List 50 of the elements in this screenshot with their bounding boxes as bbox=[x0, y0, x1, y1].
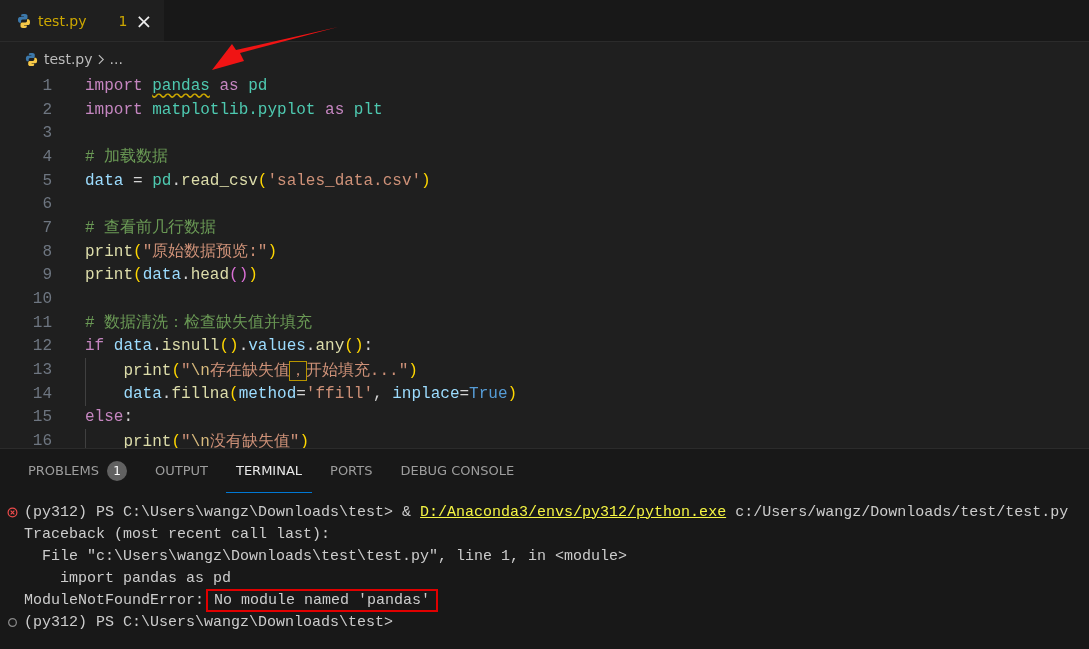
line-number: 4 bbox=[41, 147, 52, 166]
panel-tab[interactable]: OUTPUT bbox=[144, 449, 218, 493]
breadcrumb-item[interactable]: ... bbox=[109, 51, 123, 67]
line-number: 5 bbox=[41, 171, 52, 190]
terminal-text: ModuleNotFoundError: bbox=[24, 591, 205, 609]
code-line: # 查看前几行数据 bbox=[85, 218, 217, 239]
code-line: data = pd.read_csv('sales_data.csv') bbox=[85, 171, 431, 190]
line-number: 6 bbox=[41, 195, 52, 214]
line-number: 10 bbox=[31, 290, 52, 309]
line-number: 2 bbox=[41, 100, 52, 119]
code-line: import pandas as pd bbox=[85, 76, 268, 95]
terminal-text: (py312) PS C:\Users\wangz\Downloads\test> bbox=[24, 613, 394, 631]
terminal-text: import pandas as pd bbox=[59, 569, 232, 587]
editor-tab[interactable]: test.py 1 × bbox=[0, 0, 165, 41]
panel-tab[interactable]: PORTS bbox=[320, 449, 383, 493]
code-line: data.fillna(method='ffill', inplace=True) bbox=[123, 384, 518, 403]
code-line: print("原始数据预览:") bbox=[85, 242, 278, 263]
line-number: 15 bbox=[31, 408, 52, 427]
terminal-text: Traceback (most recent call last): bbox=[24, 525, 331, 543]
python-file-icon bbox=[16, 12, 32, 29]
terminal-text: (py312) PS C:\Users\wangz\Downloads\test> & bbox=[24, 503, 413, 521]
line-number: 3 bbox=[41, 124, 52, 143]
code-line: else: bbox=[85, 408, 133, 427]
code-line: print(data.head()) bbox=[85, 266, 258, 285]
close-button[interactable]: × bbox=[133, 10, 155, 31]
line-number: 16 bbox=[31, 432, 52, 448]
line-number: 9 bbox=[41, 266, 52, 285]
line-number: 14 bbox=[31, 384, 52, 403]
line-number: 11 bbox=[31, 313, 52, 332]
python-file-icon bbox=[24, 51, 39, 67]
breadcrumb-item[interactable]: test.py bbox=[44, 51, 93, 67]
path-link[interactable]: D:/Anaconda3/envs/py312/python.exe bbox=[420, 503, 727, 521]
panel-tab[interactable]: PROBLEMS 1 bbox=[18, 449, 137, 493]
error-message: No module named 'pandas' bbox=[208, 590, 437, 610]
line-number: 12 bbox=[31, 337, 52, 356]
line-number: 8 bbox=[41, 242, 52, 261]
code-line: # 加载数据 bbox=[85, 147, 169, 168]
code-line: # 数据清洗：检查缺失值并填充 bbox=[85, 312, 313, 334]
panel-tab[interactable]: TERMINAL bbox=[225, 449, 313, 493]
count-badge: 1 bbox=[106, 460, 127, 481]
line-number: 1 bbox=[41, 76, 52, 95]
code-line: print("\n存在缺失值，开始填充...") bbox=[123, 360, 418, 381]
chevron-right-icon bbox=[97, 53, 105, 65]
line-number: 7 bbox=[41, 218, 52, 237]
panel-tab[interactable]: DEBUG CONSOLE bbox=[390, 449, 525, 493]
terminal-text: File "c:\Users\wangz\Downloads\test\test.py", line 1, in <module> bbox=[41, 547, 628, 565]
line-number: 13 bbox=[31, 361, 52, 380]
code-line: import matplotlib.pyplot as plt bbox=[85, 100, 383, 119]
code-line: if data.isnull().values.any(): bbox=[85, 337, 374, 356]
terminal-text: c:/Users/wangz/Downloads/test/test.py bbox=[734, 503, 1069, 521]
